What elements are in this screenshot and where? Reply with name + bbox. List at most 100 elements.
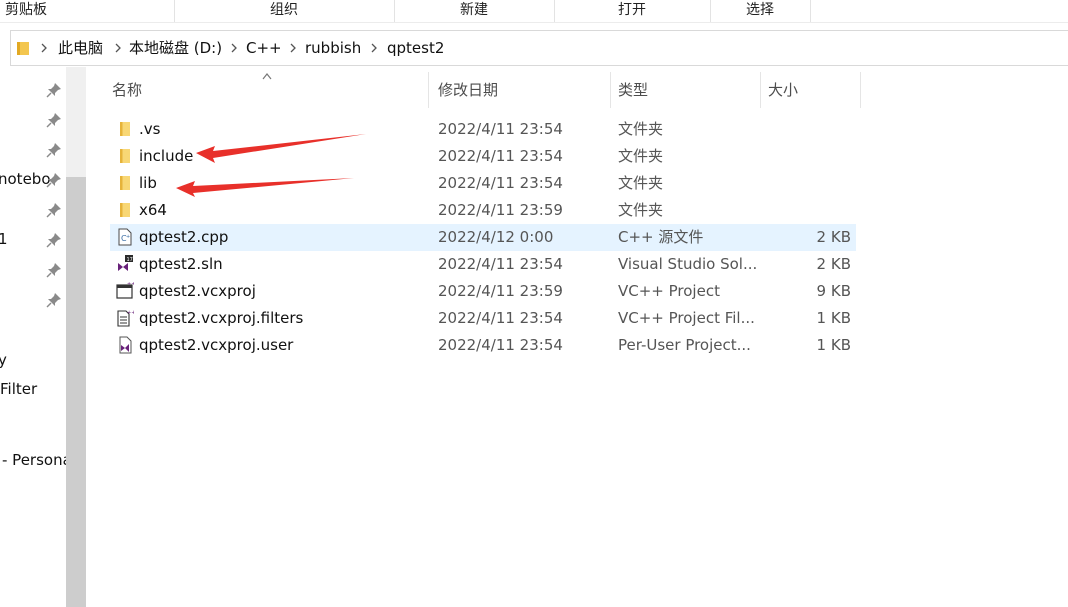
svg-text:++: ++ bbox=[127, 310, 134, 316]
file-size bbox=[760, 197, 851, 224]
ribbon-group-select[interactable]: 选择 bbox=[710, 0, 810, 22]
ribbon-group-labels: 剪贴板 组织 新建 打开 选择 bbox=[0, 0, 1068, 23]
folder-icon bbox=[116, 174, 134, 192]
breadcrumb-cpp[interactable]: C++ bbox=[246, 31, 282, 65]
file-name: lib bbox=[139, 174, 157, 192]
file-type: 文件夹 bbox=[618, 120, 664, 138]
file-row[interactable]: C + qptest2.cpp 2022/4/12 0:00 C++ 源文件 2 KB bbox=[110, 224, 856, 251]
pin-icon[interactable] bbox=[46, 202, 62, 218]
vs-user-file-icon bbox=[116, 336, 134, 354]
folder-icon bbox=[17, 42, 29, 55]
file-row[interactable]: lib 2022/4/11 23:54 文件夹 bbox=[110, 170, 856, 197]
file-date-modified: 2022/4/11 23:54 bbox=[438, 309, 563, 327]
column-separator[interactable] bbox=[760, 72, 761, 108]
file-date-modified: 2022/4/11 23:54 bbox=[438, 174, 563, 192]
file-type: C++ 源文件 bbox=[618, 228, 704, 246]
file-date-modified: 2022/4/11 23:54 bbox=[438, 255, 563, 273]
file-type: 文件夹 bbox=[618, 174, 664, 192]
file-date-modified: 2022/4/11 23:54 bbox=[438, 336, 563, 354]
file-name: x64 bbox=[139, 201, 167, 219]
file-row[interactable]: ++ qptest2.vcxproj 2022/4/11 23:59 VC++ Pro… bbox=[110, 278, 856, 305]
breadcrumb-rubbish[interactable]: rubbish bbox=[305, 31, 361, 65]
file-type: 文件夹 bbox=[618, 147, 664, 165]
ribbon-group-open[interactable]: 打开 bbox=[554, 0, 710, 22]
file-name: qptest2.vcxproj.filters bbox=[139, 309, 304, 327]
file-size: 1 KB bbox=[816, 336, 851, 354]
vcxproj-icon: ++ bbox=[116, 281, 135, 300]
breadcrumb-local-disk[interactable]: 本地磁盘 (D:) bbox=[129, 31, 222, 65]
file-date-modified: 2022/4/11 23:59 bbox=[438, 201, 563, 219]
file-row[interactable]: qptest2.vcxproj.user 2022/4/11 23:54 Per-U… bbox=[110, 332, 856, 359]
navigation-pane: notebo 1 y Filter - Persona bbox=[0, 67, 66, 607]
cpp-file-icon: C + bbox=[116, 228, 134, 246]
file-size: 1 KB bbox=[816, 309, 851, 327]
chevron-right-icon[interactable] bbox=[369, 43, 379, 53]
ribbon-separator bbox=[810, 0, 811, 22]
folder-icon bbox=[116, 147, 134, 165]
file-type: VC++ Project bbox=[618, 282, 720, 300]
file-type: Visual Studio Sol... bbox=[618, 255, 758, 273]
file-name: qptest2.vcxproj bbox=[139, 282, 256, 300]
file-size: 2 KB bbox=[816, 228, 851, 246]
column-header-name[interactable]: 名称 bbox=[112, 72, 426, 108]
svg-text:17: 17 bbox=[127, 257, 133, 263]
folder-icon bbox=[116, 120, 134, 138]
svg-text:++: ++ bbox=[127, 282, 134, 287]
nav-scrollbar[interactable] bbox=[66, 67, 86, 607]
nav-item-filter[interactable]: Filter bbox=[0, 380, 37, 398]
svg-text:+: + bbox=[126, 234, 130, 240]
breadcrumb-this-pc[interactable]: 此电脑 bbox=[58, 31, 103, 65]
chevron-right-icon[interactable] bbox=[113, 43, 123, 53]
pin-icon[interactable] bbox=[46, 82, 62, 98]
file-type: Per-User Project... bbox=[618, 336, 751, 354]
column-separator[interactable] bbox=[428, 72, 429, 108]
file-type: 文件夹 bbox=[618, 201, 664, 219]
file-row[interactable]: .vs 2022/4/11 23:54 文件夹 bbox=[110, 116, 856, 143]
file-size bbox=[760, 116, 851, 143]
chevron-right-icon[interactable] bbox=[39, 43, 49, 53]
chevron-right-icon[interactable] bbox=[288, 43, 298, 53]
file-name: qptest2.sln bbox=[139, 255, 223, 273]
file-name: qptest2.vcxproj.user bbox=[139, 336, 294, 354]
breadcrumb-qptest2[interactable]: qptest2 bbox=[387, 31, 444, 65]
file-row[interactable]: x64 2022/4/11 23:59 文件夹 bbox=[110, 197, 856, 224]
file-date-modified: 2022/4/12 0:00 bbox=[438, 228, 554, 246]
file-size: 2 KB bbox=[816, 255, 851, 273]
address-bar[interactable]: 此电脑 本地磁盘 (D:) C++ rubbish qptest2 bbox=[10, 30, 1068, 66]
file-name: qptest2.cpp bbox=[139, 228, 229, 246]
pin-icon[interactable] bbox=[46, 262, 62, 278]
ribbon-group-clipboard[interactable]: 剪贴板 bbox=[0, 0, 52, 22]
pin-icon[interactable] bbox=[46, 112, 62, 128]
pin-icon[interactable] bbox=[46, 292, 62, 308]
nav-item-1[interactable]: 1 bbox=[0, 230, 8, 248]
nav-scrollbar-thumb[interactable] bbox=[66, 177, 86, 607]
nav-item-y[interactable]: y bbox=[0, 351, 7, 369]
filters-file-icon: ++ bbox=[116, 309, 135, 327]
column-header-date[interactable]: 修改日期 bbox=[438, 72, 608, 108]
file-date-modified: 2022/4/11 23:54 bbox=[438, 147, 563, 165]
file-name: .vs bbox=[139, 120, 161, 138]
file-size bbox=[760, 143, 851, 170]
file-row[interactable]: ++ qptest2.vcxproj.filters 2022/4/11 23:54… bbox=[110, 305, 856, 332]
column-separator[interactable] bbox=[860, 72, 861, 108]
chevron-right-icon[interactable] bbox=[229, 43, 239, 53]
pin-icon[interactable] bbox=[46, 232, 62, 248]
file-size bbox=[760, 170, 851, 197]
nav-item-personal[interactable]: - Persona bbox=[2, 451, 66, 469]
file-row[interactable]: include 2022/4/11 23:54 文件夹 bbox=[110, 143, 856, 170]
ribbon-group-new[interactable]: 新建 bbox=[394, 0, 554, 22]
file-size: 9 KB bbox=[816, 282, 851, 300]
file-type: VC++ Project Fil... bbox=[618, 309, 755, 327]
column-header-size[interactable]: 大小 bbox=[768, 72, 858, 108]
ribbon-group-organize[interactable]: 组织 bbox=[174, 0, 394, 22]
column-header-type[interactable]: 类型 bbox=[618, 72, 758, 108]
file-date-modified: 2022/4/11 23:54 bbox=[438, 120, 563, 138]
nav-item-notebook[interactable]: notebo bbox=[0, 170, 51, 188]
pin-icon[interactable] bbox=[46, 172, 62, 188]
column-separator[interactable] bbox=[610, 72, 611, 108]
file-row[interactable]: 17 qptest2.sln 2022/4/11 23:54 Visual Studi… bbox=[110, 251, 856, 278]
file-date-modified: 2022/4/11 23:59 bbox=[438, 282, 563, 300]
file-name: include bbox=[139, 147, 194, 165]
folder-icon bbox=[116, 201, 134, 219]
pin-icon[interactable] bbox=[46, 142, 62, 158]
